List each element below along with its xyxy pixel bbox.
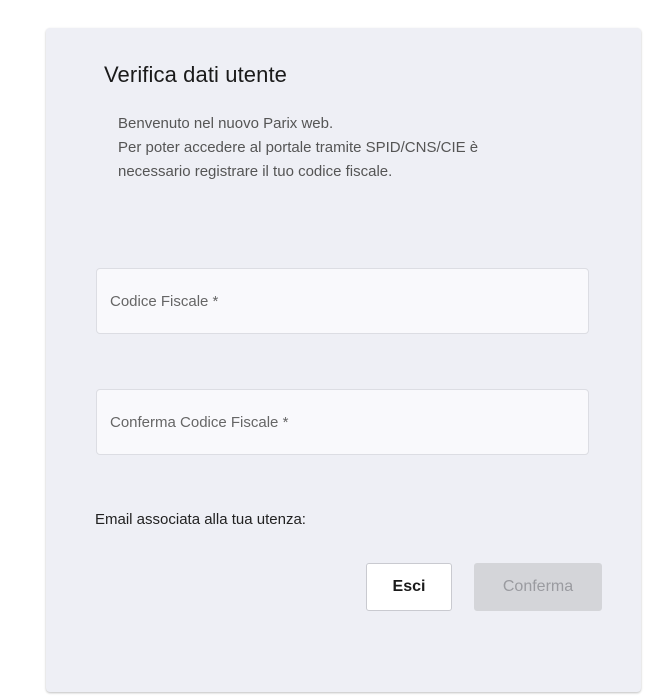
verify-user-card: Verifica dati utente Benvenuto nel nuovo… — [46, 28, 641, 692]
codice-fiscale-field — [96, 268, 589, 334]
codice-fiscale-input[interactable] — [97, 269, 588, 333]
intro-line-1: Benvenuto nel nuovo Parix web. — [118, 115, 334, 132]
page-title: Verifica dati utente — [104, 62, 288, 87]
conferma-button[interactable]: Conferma — [474, 563, 602, 611]
conferma-codice-fiscale-input[interactable] — [97, 390, 588, 454]
esci-button[interactable]: Esci — [366, 563, 452, 611]
intro-line-2: Per poter accedere al portale tramite SP… — [118, 139, 479, 156]
email-label: Email associata alla tua utenza: — [95, 511, 306, 528]
intro-text: Benvenuto nel nuovo Parix web. Per poter… — [118, 112, 598, 184]
conferma-codice-fiscale-field — [96, 389, 589, 455]
intro-line-3: necessario registrare il tuo codice fisc… — [118, 163, 393, 180]
